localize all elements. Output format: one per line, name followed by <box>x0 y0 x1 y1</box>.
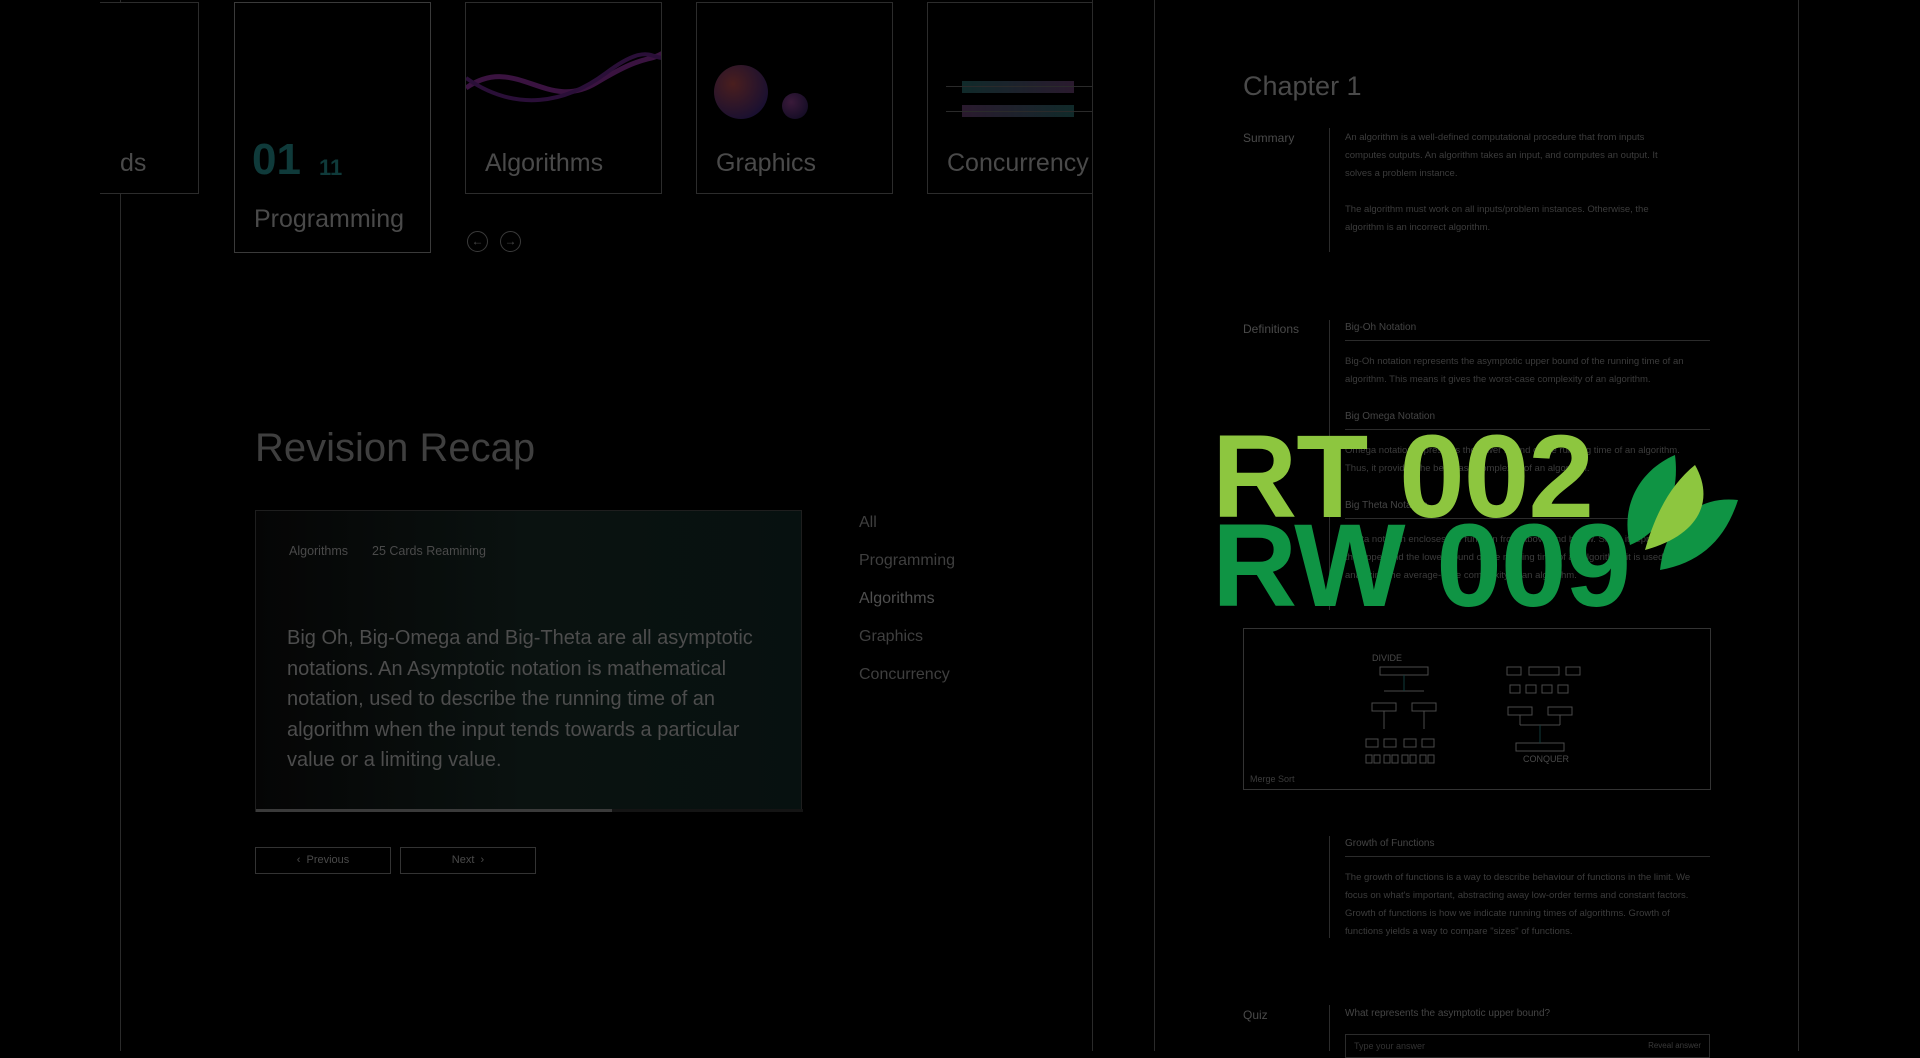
thread-line <box>946 111 1092 112</box>
chapter-title: Chapter 1 <box>1243 71 1362 101</box>
category-card-graphics[interactable]: Graphics <box>696 2 893 194</box>
diagram-caption: Merge Sort <box>1250 774 1295 784</box>
right-panel-line-right <box>1798 0 1799 1051</box>
binary-digits-large: 01 <box>252 135 301 184</box>
category-label: Algorithms <box>485 149 604 177</box>
next-button[interactable]: Next › <box>400 847 536 874</box>
filter-algorithms[interactable]: Algorithms <box>859 590 935 608</box>
quiz-placeholder: Type your answer <box>1354 1041 1426 1051</box>
binary-digits-small: 11 <box>319 155 343 180</box>
chevron-right-icon: › <box>474 854 485 866</box>
quiz-label: Quiz <box>1243 1008 1268 1022</box>
category-label: Programming <box>254 205 405 233</box>
growth-title: Growth of Functions <box>1345 838 1435 849</box>
carousel-next-button[interactable]: → <box>500 231 521 252</box>
definition-title: Big-Oh Notation <box>1345 322 1417 333</box>
merge-sort-tree-icon <box>1365 666 1581 764</box>
filter-programming[interactable]: Programming <box>859 552 955 570</box>
category-label: ds <box>120 149 147 177</box>
flashcard-remaining: 25 Cards Reamining <box>372 544 486 558</box>
growth-rule <box>1345 856 1710 857</box>
carousel-prev-button[interactable]: ← <box>467 231 488 252</box>
reveal-answer-button[interactable]: Reveal answer <box>1648 1041 1701 1050</box>
leaf-icon <box>1627 455 1738 570</box>
filter-concurrency[interactable]: Concurrency <box>859 666 950 684</box>
progress-fill <box>256 809 612 812</box>
watermark-text-2: RW 009 <box>1212 500 1631 632</box>
merge-sort-diagram: DIVIDE CONQUER Merge Sort <box>1243 628 1711 790</box>
next-label: Next <box>451 854 475 866</box>
arrow-right-icon: → <box>504 234 517 248</box>
growth-text: The growth of functions is a way to desc… <box>1345 872 1691 937</box>
previous-label: Previous <box>306 854 350 866</box>
definitions-label: Definitions <box>1243 322 1300 336</box>
summary-divider <box>1329 128 1330 252</box>
summary-label: Summary <box>1243 131 1295 145</box>
wave-graphic-icon <box>466 51 661 103</box>
filter-graphics[interactable]: Graphics <box>859 628 923 646</box>
definition-text: Big-Oh notation represents the asymptoti… <box>1345 356 1684 385</box>
previous-button[interactable]: ‹ Previous <box>255 847 391 874</box>
growth-divider <box>1329 836 1330 938</box>
sphere-large-icon <box>714 65 768 119</box>
flashcard-body: Big Oh, Big-Omega and Big-Theta are all … <box>287 627 753 771</box>
category-label: Graphics <box>716 149 817 177</box>
thread-bar-icon <box>962 81 1074 93</box>
category-card-partial[interactable]: ds <box>100 2 199 194</box>
middle-frame-line <box>1092 0 1093 1051</box>
diagram-divide-label: DIVIDE <box>1372 653 1403 663</box>
sphere-small-icon <box>782 93 808 119</box>
right-panel-line-left <box>1154 0 1155 1051</box>
flashcard-progress <box>256 809 803 812</box>
recap-title: Revision Recap <box>255 426 536 470</box>
arrow-left-icon: ← <box>471 234 484 248</box>
category-card-programming[interactable]: 01 11 Programming <box>234 2 431 253</box>
watermark-line-2: RW 009 <box>1212 507 1631 625</box>
category-card-concurrency[interactable]: Concurrency <box>927 2 1092 194</box>
summary-paragraph-1: An algorithm is a well-defined computati… <box>1345 132 1658 179</box>
summary-paragraph-2: The algorithm must work on all inputs/pr… <box>1345 204 1649 233</box>
diagram-conquer-label: CONQUER <box>1523 754 1570 764</box>
filter-all[interactable]: All <box>859 514 877 532</box>
category-label: Concurrency <box>947 149 1089 177</box>
quiz-question: What represents the asymptotic upper bou… <box>1345 1008 1551 1019</box>
thread-line <box>946 86 1092 87</box>
flashcard[interactable]: Algorithms 25 Cards Reamining Big Oh, Bi… <box>255 510 803 812</box>
category-card-algorithms[interactable]: Algorithms <box>465 2 662 194</box>
flashcard-category: Algorithms <box>289 544 349 558</box>
quiz-answer-input[interactable]: Type your answer Reveal answer <box>1345 1034 1710 1058</box>
definition-rule <box>1345 340 1710 341</box>
quiz-divider <box>1329 1005 1330 1051</box>
